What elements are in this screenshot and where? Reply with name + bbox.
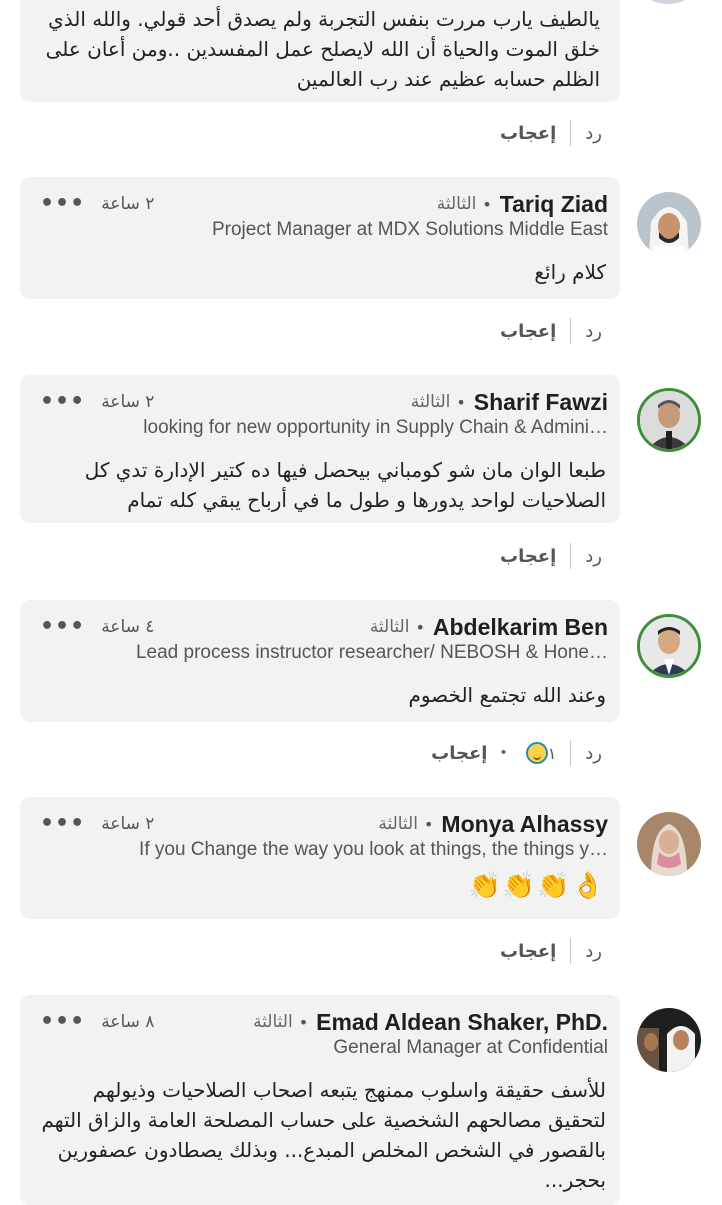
- like-button[interactable]: إعجاب: [500, 546, 556, 567]
- commenter-headline: looking for new opportunity in Supply Ch…: [143, 417, 608, 438]
- commenter-headline: Lead process instructor researcher/ NEBO…: [135, 642, 608, 663]
- comment-bubble: يالطيف يارب مررت بنفس التجربة ولم يصدق أ…: [20, 0, 620, 102]
- reply-button[interactable]: رد: [585, 123, 602, 144]
- comment-bubble: Monya Alhassy • الثالثة ٢ ساعة ••• If yo…: [20, 797, 620, 919]
- commenter-name[interactable]: Monya Alhassy: [441, 811, 608, 838]
- divider: [570, 740, 572, 766]
- reply-button[interactable]: رد: [585, 941, 602, 962]
- more-options-icon[interactable]: •••: [40, 1011, 85, 1033]
- comment-bubble: Abdelkarim Ben • الثالثة ٤ ساعة ••• Lead…: [20, 600, 620, 722]
- connection-degree: الثالثة: [410, 392, 451, 412]
- comment-bubble: Sharif Fawzi • الثالثة ٢ ساعة ••• lookin…: [20, 375, 620, 523]
- reply-button[interactable]: رد: [585, 321, 602, 342]
- connection-degree: الثالثة: [369, 617, 410, 637]
- laugh-reaction-icon: [525, 742, 548, 764]
- avatar[interactable]: [637, 1008, 701, 1072]
- commenter-headline: If you Change the way you look at things…: [139, 839, 608, 860]
- commenter-name[interactable]: Tariq Ziad: [500, 191, 608, 218]
- comment-bubble: Tariq Ziad • الثالثة ٢ ساعة ••• Project …: [20, 177, 620, 299]
- divider: [570, 543, 572, 569]
- profile-photo: [637, 812, 701, 876]
- comment-time: ٢ ساعة: [101, 392, 155, 412]
- reply-button[interactable]: رد: [585, 743, 602, 764]
- comment-text: وعند الله تجتمع الخصوم: [408, 683, 606, 707]
- divider: [570, 938, 572, 964]
- separator-dot: •: [499, 745, 508, 761]
- comment-actions: إعجاب رد: [500, 541, 602, 571]
- profile-photo: [640, 391, 698, 449]
- commenter-headline: General Manager at Confidential: [333, 1037, 608, 1058]
- separator-dot: •: [415, 617, 425, 637]
- connection-degree: الثالثة: [378, 814, 418, 834]
- reaction-number: ١: [547, 743, 557, 763]
- comment-actions: إعجاب رد: [500, 316, 602, 346]
- comment-actions: إعجاب • ١ رد: [431, 738, 602, 768]
- profile-photo: [637, 192, 701, 256]
- like-button[interactable]: إعجاب: [500, 123, 556, 144]
- like-button[interactable]: إعجاب: [500, 321, 556, 342]
- comment-actions: إعجاب رد: [500, 936, 602, 966]
- comment-text: 👌👏👏👏: [468, 871, 606, 901]
- avatar[interactable]: [637, 388, 701, 452]
- profile-photo: [637, 1008, 701, 1072]
- profile-photo: [640, 617, 698, 675]
- comment-time: ٢ ساعة: [101, 814, 155, 834]
- more-options-icon[interactable]: •••: [40, 391, 85, 413]
- comment-text: يالطيف يارب مررت بنفس التجربة ولم يصدق أ…: [45, 7, 600, 91]
- comment-time: ٨ ساعة: [101, 1012, 155, 1032]
- comment-text: طبعا الوان مان شو كومباني بيحصل فيها ده …: [84, 458, 606, 512]
- avatar[interactable]: [637, 614, 701, 678]
- avatar[interactable]: [637, 192, 701, 256]
- comment-time: ٢ ساعة: [101, 194, 155, 214]
- reply-button[interactable]: رد: [585, 546, 602, 567]
- comment-time: ٤ ساعة: [101, 617, 155, 637]
- connection-degree: الثالثة: [436, 194, 477, 214]
- separator-dot: •: [423, 814, 434, 834]
- more-options-icon[interactable]: •••: [40, 193, 85, 215]
- commenter-name[interactable]: Sharif Fawzi: [474, 389, 608, 416]
- comment-text: للأسف حقيقة واسلوب ممنهج يتبعه اصحاب الص…: [41, 1078, 606, 1192]
- divider: [570, 120, 572, 146]
- reaction-count[interactable]: ١: [520, 742, 557, 764]
- connection-degree: الثالثة: [253, 1012, 293, 1032]
- comment-actions: إعجاب رد: [500, 118, 602, 148]
- separator-dot: •: [482, 194, 492, 214]
- commenter-name[interactable]: Abdelkarim Ben: [433, 614, 608, 641]
- comment-text: كلام رائع: [534, 260, 606, 284]
- more-options-icon[interactable]: •••: [40, 813, 85, 835]
- separator-dot: •: [298, 1012, 309, 1032]
- avatar[interactable]: [637, 812, 701, 876]
- divider: [570, 318, 572, 344]
- comment-bubble: Emad Aldean Shaker, PhD. • الثالثة ٨ ساع…: [20, 995, 620, 1205]
- commenter-headline: Project Manager at MDX Solutions Middle …: [211, 219, 608, 240]
- like-button[interactable]: إعجاب: [500, 941, 556, 962]
- like-button[interactable]: إعجاب: [431, 743, 487, 764]
- avatar[interactable]: [636, 0, 700, 4]
- more-options-icon[interactable]: •••: [40, 616, 85, 638]
- separator-dot: •: [456, 392, 466, 412]
- commenter-name[interactable]: Emad Aldean Shaker, PhD.: [316, 1009, 608, 1036]
